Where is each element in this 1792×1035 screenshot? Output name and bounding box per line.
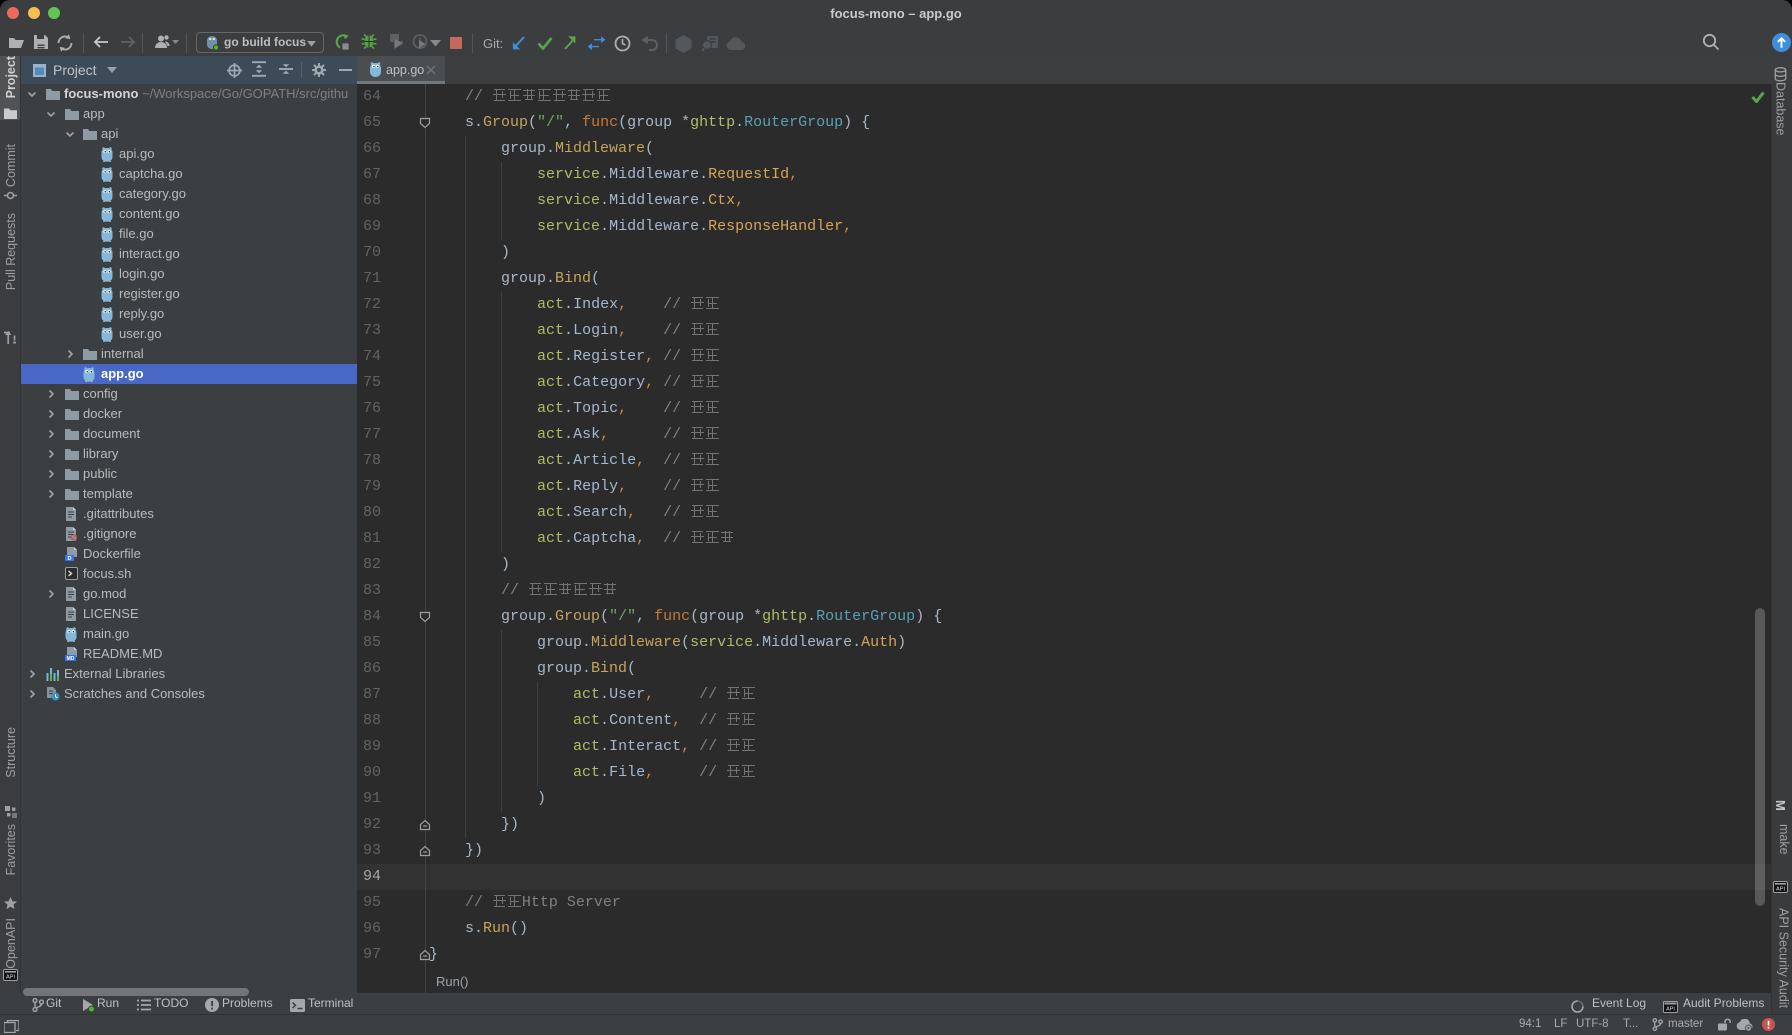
svg-text:API: API xyxy=(1776,887,1785,893)
svg-text:MD: MD xyxy=(67,656,75,661)
svg-text:API: API xyxy=(1666,1007,1675,1013)
svg-text:D: D xyxy=(68,556,72,561)
svg-text:API: API xyxy=(6,975,15,981)
